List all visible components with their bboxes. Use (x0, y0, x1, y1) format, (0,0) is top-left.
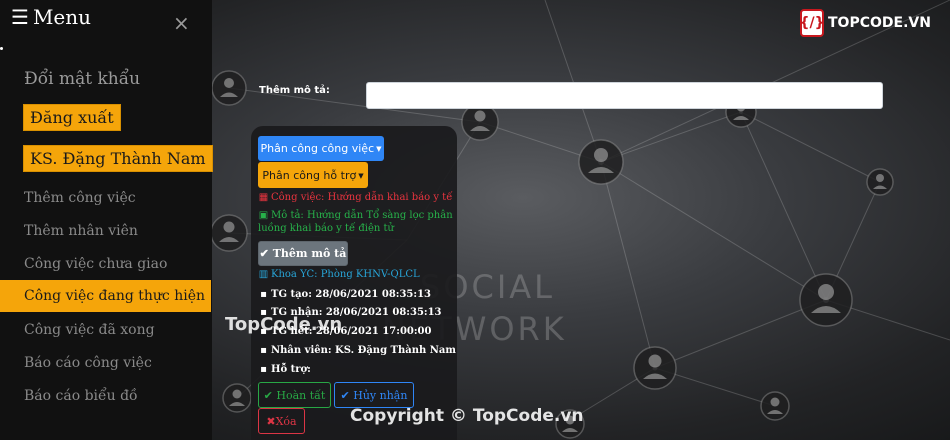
task-department: ▥ Khoa YC: Phòng KHNV-QLCL (258, 268, 420, 281)
caret-down-icon: ▼ (376, 145, 382, 153)
cursor-dot (0, 47, 3, 50)
complete-label: Hoàn tất (276, 388, 326, 402)
change-password-link[interactable]: Đổi mật khẩu (24, 69, 140, 89)
assign-support-dropdown[interactable]: Phân công hỗ trợ ▼ (258, 162, 368, 188)
brand-watermark: TopCode.vn (225, 314, 343, 335)
assign-job-dropdown[interactable]: Phân công công việc ▼ (258, 136, 384, 161)
logo-icon: {/} (799, 9, 825, 37)
institution-icon: ▥ (258, 269, 269, 280)
task-created-time: ▪ TG tạo: 28/06/2021 08:35:13 (258, 288, 431, 301)
complete-button[interactable]: ✔ Hoàn tất (258, 382, 331, 408)
calendar-icon: ▪ (260, 345, 267, 356)
task-staff: ▪ Nhân viên: KS. Đặng Thành Nam (258, 344, 456, 357)
topcode-logo: {/} TOPCODE.VN (799, 9, 931, 37)
task-support-text: Hỗ trợ: (271, 364, 311, 375)
task-job: ▦ Công việc: Hướng dẫn khai báo y tế (258, 191, 453, 204)
task-department-text: Khoa YC: Phòng KHNV-QLCL (271, 269, 420, 280)
cancel-receive-button[interactable]: ✔ Hủy nhận (334, 382, 414, 408)
menu-header: ☰ Menu (11, 5, 91, 29)
sidebar-item-job-report[interactable]: Báo cáo công việc (24, 355, 152, 371)
logout-button[interactable]: Đăng xuất (23, 104, 121, 131)
task-created-text: TG tạo: 28/06/2021 08:35:13 (271, 289, 431, 300)
sidebar-item-finished-jobs[interactable]: Công việc đã xong (24, 322, 155, 338)
task-staff-text: Nhân viên: KS. Đặng Thành Nam (271, 345, 456, 356)
calendar-icon: ▪ (260, 364, 267, 375)
caret-down-icon: ▼ (358, 171, 364, 180)
copyright-watermark: Copyright © TopCode.vn (350, 406, 584, 426)
delete-label: Xóa (275, 414, 297, 428)
task-description: ▣ Mô tả: Hướng dẫn Tổ sàng lọc phân luồng… (258, 209, 453, 235)
building-icon: ▦ (258, 192, 269, 203)
sidebar: ☰ Menu × Đổi mật khẩu Đăng xuất KS. Đặng… (0, 0, 213, 440)
id-card-icon: ▣ (258, 210, 269, 221)
cancel-receive-label: Hủy nhận (353, 388, 408, 402)
assign-support-label: Phân công hỗ trợ (262, 168, 357, 182)
check-icon: ✔ (340, 388, 350, 402)
sidebar-item-in-progress-jobs[interactable]: Công việc đang thực hiện (0, 280, 211, 312)
task-description-line2: luồng khai báo y tế điện tử (258, 223, 394, 234)
sidebar-item-unassigned-jobs[interactable]: Công việc chưa giao (24, 256, 167, 272)
menu-title: Menu (32, 5, 92, 29)
task-description-line1: Mô tả: Hướng dẫn Tổ sàng lọc phân (271, 210, 453, 221)
logo-text: TOPCODE.VN (828, 15, 931, 31)
sidebar-item-chart-report[interactable]: Báo cáo biểu đồ (24, 388, 138, 404)
task-job-text: Công việc: Hướng dẫn khai báo y tế (271, 192, 453, 203)
x-icon: ✖ (266, 414, 276, 428)
description-label: Thêm mô tả: (259, 85, 330, 96)
user-name-badge: KS. Đặng Thành Nam (23, 145, 213, 172)
close-icon[interactable]: × (173, 13, 190, 33)
add-description-button[interactable]: ✔ Thêm mô tả (258, 241, 348, 266)
assign-job-label: Phân công công việc (260, 142, 375, 155)
sidebar-item-add-job[interactable]: Thêm công việc (24, 190, 136, 206)
sidebar-item-add-staff[interactable]: Thêm nhân viên (24, 223, 138, 239)
delete-button[interactable]: ✖Xóa (258, 408, 305, 434)
add-description-label: Thêm mô tả (272, 247, 347, 260)
description-input[interactable] (366, 82, 883, 109)
check-icon: ✔ (259, 247, 269, 260)
check-icon: ✔ (263, 388, 273, 402)
task-support: ▪ Hỗ trợ: (258, 363, 311, 376)
hamburger-icon[interactable]: ☰ (11, 5, 29, 29)
calendar-icon: ▪ (260, 289, 267, 300)
